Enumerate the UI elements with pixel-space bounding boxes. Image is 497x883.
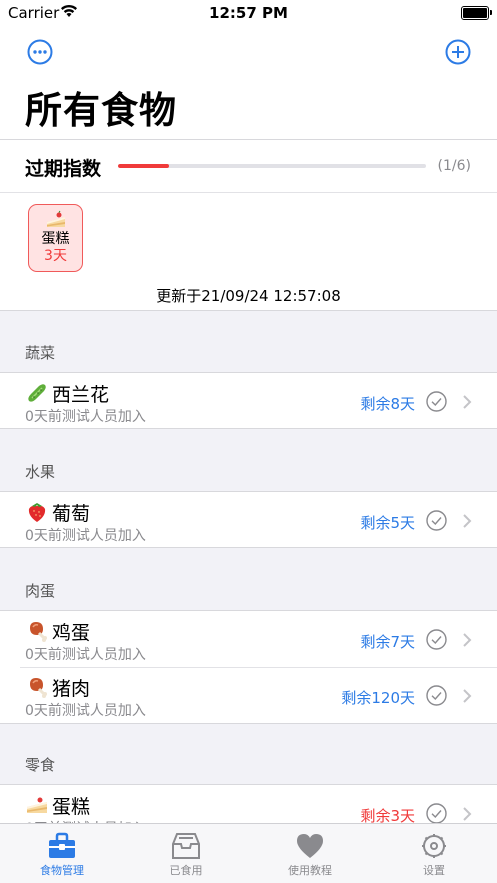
chevron-right-icon [463,633,472,647]
added-info: 0天前测试人员加入 [25,703,146,719]
tab-eaten[interactable]: 已食用 [124,824,248,883]
expiry-ratio: (1/6) [437,158,471,174]
toolbox-icon [49,832,75,858]
mark-eaten-check-icon[interactable] [426,391,447,412]
chip-days-left: 3天 [44,248,67,264]
expiry-index-row: 过期指数 (1/6) [0,140,497,193]
cucumber-icon [28,384,46,402]
tab-bar: 食物管理 已食用 使用教程 设置 [0,823,497,883]
chip-food-name: 蛋糕 [41,231,70,247]
section-header-vegetables: 蔬菜 [25,344,56,362]
chevron-right-icon [463,689,472,703]
remaining-days: 剩余7天 [360,633,415,651]
expiring-food-chip[interactable]: 蛋糕 3天 [28,204,83,272]
cake-icon [46,210,65,227]
added-info: 0天前测试人员加入 [25,409,146,425]
remaining-days: 剩余5天 [360,514,415,532]
gear-icon [422,834,446,858]
remaining-days: 剩余8天 [360,395,415,413]
status-bar: Carrier 12:57 PM [0,0,497,28]
food-row[interactable]: 猪肉 0天前测试人员加入 剩余120天 [0,667,497,724]
row-divider [20,667,497,668]
tab-label: 食物管理 [40,864,84,877]
page-title: 所有食物 [25,89,177,132]
tab-label: 已食用 [169,864,203,877]
cake-icon [27,797,47,813]
remaining-days: 剩余120天 [341,689,415,707]
added-info: 0天前测试人员加入 [25,647,146,663]
expiry-summary: 过期指数 (1/6) 蛋糕 3天 更新于21/09/24 12:57:08 [0,140,497,311]
clock: 12:57 PM [209,4,288,22]
expiry-progress-bar [118,164,170,168]
food-name: 蛋糕 [52,796,91,818]
tab-label: 使用教程 [288,864,332,877]
chevron-right-icon [463,395,472,409]
mark-eaten-check-icon[interactable] [426,803,447,824]
updated-timestamp: 更新于21/09/24 12:57:08 [156,287,341,305]
tab-food-management[interactable]: 食物管理 [0,824,124,883]
add-food-icon[interactable] [445,39,471,65]
food-row[interactable]: 鸡蛋 0天前测试人员加入 剩余7天 [0,610,497,667]
heart-icon [297,834,323,858]
food-name: 猪肉 [52,678,91,700]
tab-settings[interactable]: 设置 [372,824,496,883]
mark-eaten-check-icon[interactable] [426,629,447,650]
more-options-icon[interactable] [27,39,53,65]
added-info: 0天前测试人员加入 [25,528,146,544]
strawberry-icon [28,503,46,522]
meat-icon [30,622,47,642]
section-header-snacks: 零食 [25,756,56,774]
navigation-header: 所有食物 [0,28,497,140]
tab-tutorial[interactable]: 使用教程 [248,824,372,883]
food-row[interactable]: 西兰花 0天前测试人员加入 剩余8天 [0,372,497,429]
tab-label: 设置 [423,864,445,877]
battery-icon [461,6,492,20]
food-name: 西兰花 [52,384,110,406]
chevron-right-icon [463,514,472,528]
mark-eaten-check-icon[interactable] [426,510,447,531]
food-name: 葡萄 [52,503,91,525]
chevron-right-icon [463,807,472,821]
mark-eaten-check-icon[interactable] [426,685,447,706]
food-row[interactable]: 葡萄 0天前测试人员加入 剩余5天 [0,491,497,548]
section-header-meat-eggs: 肉蛋 [25,582,56,600]
food-name: 鸡蛋 [52,622,91,644]
inbox-icon [172,833,200,859]
section-header-fruits: 水果 [25,463,56,481]
meat-icon [30,678,47,698]
expiry-index-label: 过期指数 [25,158,102,180]
expiry-progress-track [118,164,426,168]
